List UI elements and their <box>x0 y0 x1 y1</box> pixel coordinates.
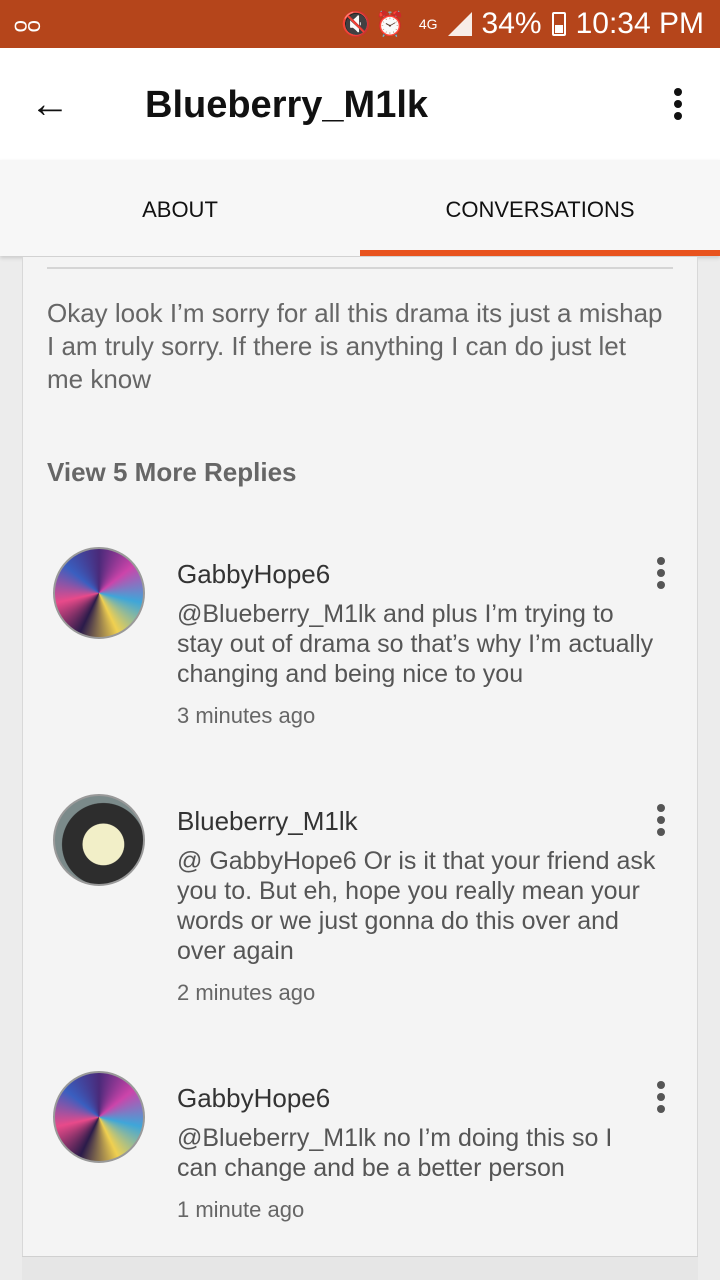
view-more-replies-link[interactable]: View 5 More Replies <box>47 457 297 488</box>
status-indicators: 🔇⏰ 4G 34% 10:34 PM <box>341 7 704 41</box>
reply-text: @Blueberry_M1lk and plus I’m trying to s… <box>177 600 654 688</box>
main-comment-text: Okay look I’m sorry for all this drama i… <box>47 298 663 394</box>
avatar[interactable] <box>53 794 145 886</box>
reply-menu-button[interactable] <box>649 1079 673 1115</box>
reply-menu-button[interactable] <box>649 802 673 838</box>
reply-item: Blueberry_M1lk @ GabbyHope6 Or is it tha… <box>53 794 673 1005</box>
clock: 10:34 PM <box>575 7 704 40</box>
avatar[interactable] <box>53 1071 145 1163</box>
back-button[interactable]: ← <box>30 84 82 124</box>
network-type: 4G <box>418 16 438 32</box>
more-vert-icon <box>674 88 682 96</box>
battery-percent: 34% <box>481 7 542 40</box>
status-bar: ᴑᴑ 🔇⏰ 4G 34% 10:34 PM <box>0 0 720 48</box>
reply-author[interactable]: GabbyHope6 <box>177 559 330 590</box>
more-vert-icon <box>657 557 665 565</box>
divider <box>47 267 673 269</box>
conversation-card: Okay look I’m sorry for all this drama i… <box>22 257 698 1257</box>
reply-menu-button[interactable] <box>649 555 673 591</box>
more-vert-icon <box>657 804 665 812</box>
reply-text: @Blueberry_M1lk no I’m doing this so I c… <box>177 1124 613 1182</box>
next-card-edge <box>22 1256 698 1280</box>
battery-icon <box>551 12 566 36</box>
app-bar: ← Blueberry_M1lk <box>0 48 720 160</box>
reply-text: @ GabbyHope6 Or is it that your friend a… <box>177 847 656 965</box>
more-vert-icon <box>657 1081 665 1089</box>
reply-item: GabbyHope6 @Blueberry_M1lk and plus I’m … <box>53 547 673 728</box>
reply-timestamp: 2 minutes ago <box>177 980 316 1005</box>
reply-timestamp: 1 minute ago <box>177 1197 305 1222</box>
tab-conversations[interactable]: CONVERSATIONS <box>360 160 720 256</box>
more-options-button[interactable] <box>666 84 690 124</box>
page-title: Blueberry_M1lk <box>145 84 429 126</box>
reply-author[interactable]: GabbyHope6 <box>177 1083 330 1114</box>
reply-author[interactable]: Blueberry_M1lk <box>177 806 358 837</box>
signal-icon <box>447 12 472 36</box>
tab-about[interactable]: ABOUT <box>0 160 360 256</box>
mute-alarm-icons: 🔇⏰ <box>341 10 409 38</box>
arrow-left-icon: ← <box>30 82 70 126</box>
reply-item: GabbyHope6 @Blueberry_M1lk no I’m doing … <box>53 1071 673 1231</box>
avatar[interactable] <box>53 547 145 639</box>
tab-bar: ABOUT CONVERSATIONS <box>0 160 720 256</box>
voicemail-icon: ᴑᴑ <box>14 12 41 37</box>
reply-timestamp: 3 minutes ago <box>177 703 316 728</box>
